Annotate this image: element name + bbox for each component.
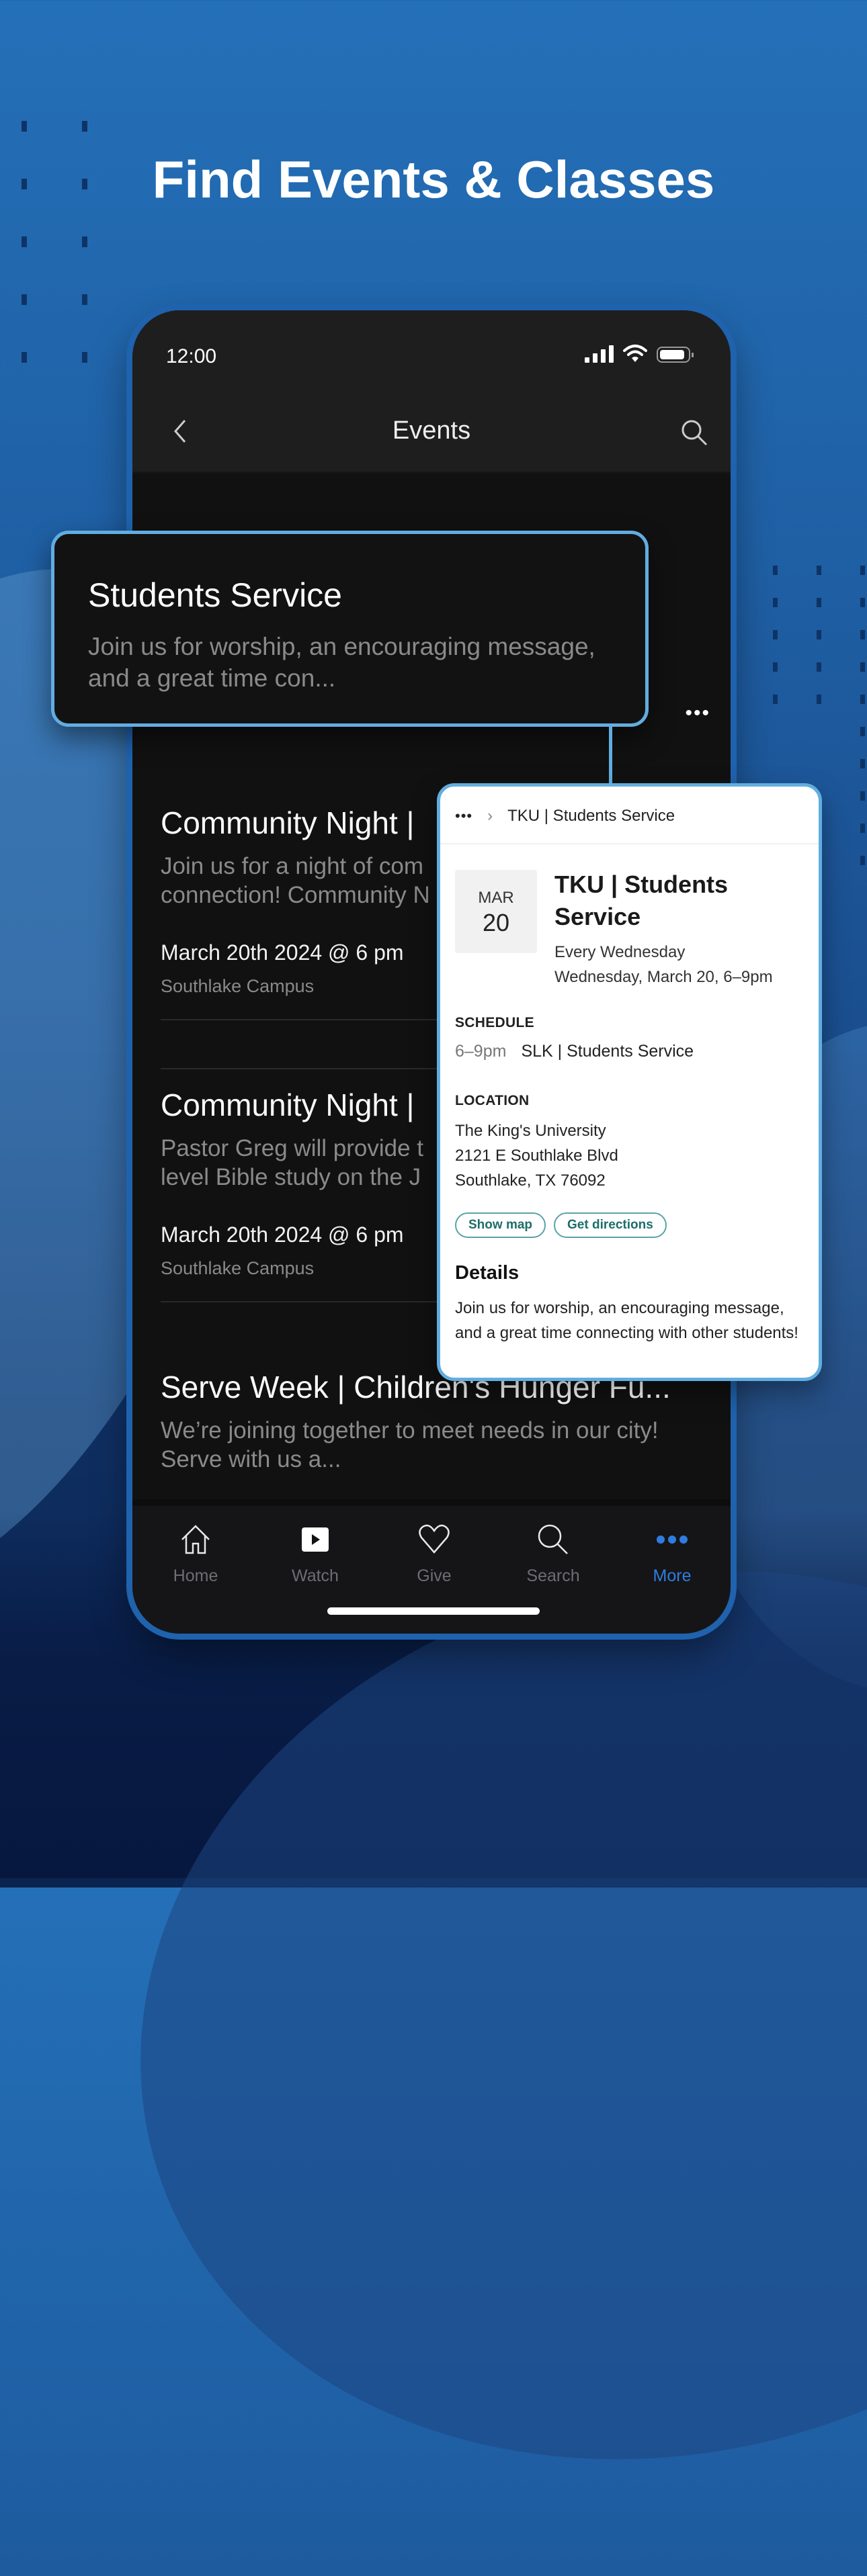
wifi-icon <box>623 345 647 362</box>
event-description: We’re joining together to meet needs in … <box>161 1417 659 1472</box>
home-icon <box>181 1525 210 1554</box>
search-icon <box>538 1524 568 1554</box>
details-body: Join us for worship, an encouraging mess… <box>455 1299 798 1342</box>
breadcrumb-more-icon[interactable]: ••• <box>455 807 472 825</box>
highlight-event-card[interactable]: Students Service Join us for worship, an… <box>51 531 649 727</box>
tab-bar: Home Watch Give Search More <box>132 1499 731 1634</box>
tab-give[interactable]: Give <box>394 1522 474 1586</box>
schedule-time: 6–9pm <box>455 1042 507 1061</box>
event-detail-panel: ••• › TKU | Students Service MAR 20 TKU … <box>437 783 822 1381</box>
date-badge: MAR 20 <box>455 870 537 953</box>
tab-more[interactable]: More <box>632 1522 712 1586</box>
details-heading: Details <box>455 1262 520 1284</box>
headline: Find Events & Classes <box>152 150 715 209</box>
play-icon <box>302 1527 329 1552</box>
page-title: Events <box>392 416 471 445</box>
breadcrumb: ••• › TKU | Students Service <box>455 807 675 826</box>
schedule-label: SCHEDULE <box>455 1015 534 1030</box>
more-icon <box>657 1536 688 1544</box>
tab-watch[interactable]: Watch <box>275 1522 356 1586</box>
date-day: 20 <box>482 909 510 936</box>
callout-connector <box>609 727 612 785</box>
tab-search[interactable]: Search <box>513 1522 593 1586</box>
breadcrumb-current: TKU | Students Service <box>507 807 675 825</box>
event-description: Join us for worship, an encouraging mess… <box>88 633 595 692</box>
more-options-icon[interactable]: ••• <box>685 702 710 725</box>
chevron-right-icon: › <box>487 807 493 825</box>
schedule-row: 6–9pm SLK | Students Service <box>455 1042 694 1061</box>
recurrence: Every Wednesday <box>554 943 686 961</box>
event-detail-title: TKU | Students Service <box>554 871 729 930</box>
status-time: 12:00 <box>166 345 217 367</box>
show-map-button[interactable]: Show map <box>455 1212 546 1238</box>
search-icon[interactable] <box>679 418 709 447</box>
battery-icon <box>657 347 694 363</box>
location-label: LOCATION <box>455 1093 530 1108</box>
status-bar: 12:00 <box>132 310 731 384</box>
date-month: MAR <box>478 889 514 907</box>
home-indicator <box>327 1607 540 1615</box>
divider <box>440 843 819 844</box>
heart-icon <box>419 1524 450 1554</box>
date-full: Wednesday, March 20, 6–9pm <box>554 968 773 986</box>
event-title: Students Service <box>88 576 342 614</box>
event-item[interactable]: Serve Week | Children's Hunger Fu... We’… <box>161 1369 713 1474</box>
schedule-name: SLK | Students Service <box>521 1042 694 1061</box>
event-detail-when: Every Wednesday Wednesday, March 20, 6–9… <box>554 940 773 989</box>
signal-icon <box>585 345 614 363</box>
nav-bar: Events <box>132 384 731 474</box>
get-directions-button[interactable]: Get directions <box>554 1212 667 1238</box>
tab-home[interactable]: Home <box>155 1522 236 1586</box>
address: The King's University 2121 E Southlake B… <box>455 1122 618 1190</box>
